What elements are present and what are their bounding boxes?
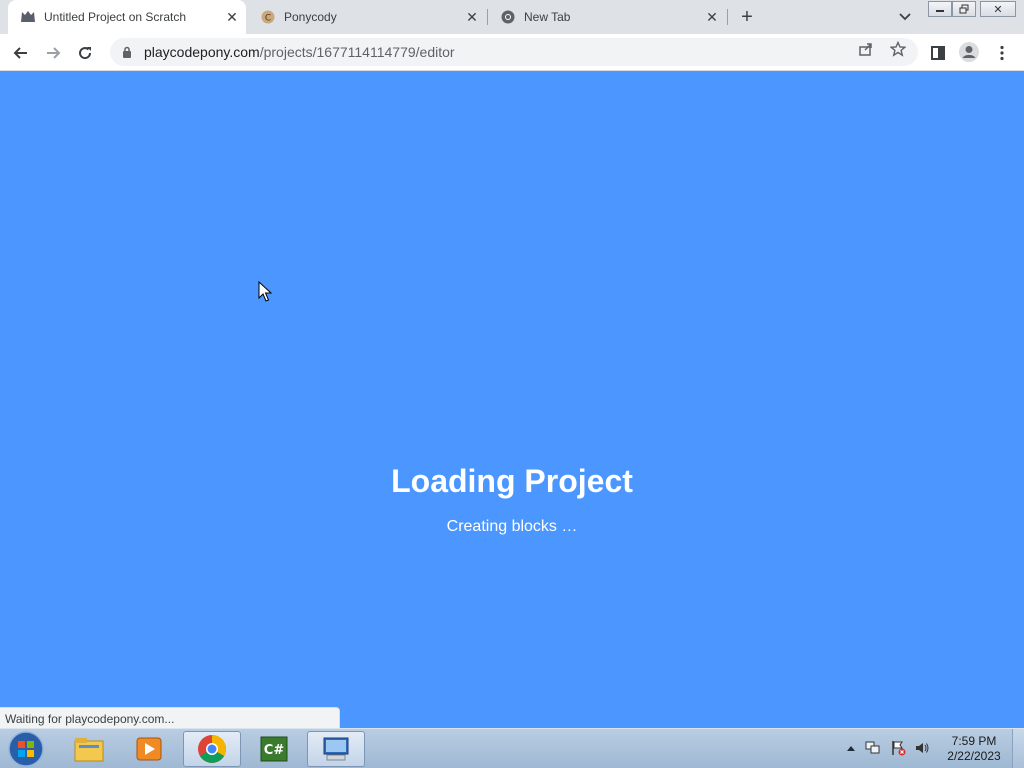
system-clock[interactable]: 7:59 PM 2/22/2023 <box>942 734 1006 764</box>
window-close-button[interactable]: ✕ <box>980 1 1016 17</box>
loading-title: Loading Project <box>391 463 633 499</box>
restore-button[interactable] <box>952 1 976 17</box>
star-icon[interactable] <box>889 40 907 58</box>
url-domain: playcodepony.com <box>144 44 260 60</box>
scratch-cat-icon <box>20 9 36 25</box>
network-icon[interactable] <box>864 739 882 757</box>
chrome-taskbar-icon[interactable] <box>183 731 241 767</box>
browser-toolbar: playcodepony.com/projects/1677114114779/… <box>0 34 1024 71</box>
profile-avatar-icon[interactable] <box>958 41 980 63</box>
url-path: /projects/1677114114779/editor <box>259 44 455 60</box>
reload-button[interactable] <box>72 40 98 66</box>
close-icon[interactable]: ✕ <box>704 9 720 25</box>
tab-title: Untitled Project on Scratch <box>44 10 187 24</box>
tab-scratch[interactable]: Untitled Project on Scratch ✕ <box>8 0 246 34</box>
action-center-flag-icon[interactable] <box>889 739 907 757</box>
ponycody-icon: C <box>260 9 276 25</box>
csharp-ide-icon[interactable]: C# <box>245 731 303 767</box>
side-panel-icon[interactable] <box>927 42 949 64</box>
clock-date: 2/22/2023 <box>947 749 1001 763</box>
taskbar: C# 7:59 PM 2/22/2023 <box>0 728 1024 768</box>
clock-time: 7:59 PM <box>951 734 997 748</box>
loading-subtitle: Creating blocks … <box>446 518 578 535</box>
show-hidden-icons-button[interactable] <box>842 739 860 757</box>
svg-text:C: C <box>265 14 271 24</box>
start-button[interactable] <box>6 731 46 767</box>
tab-strip: Untitled Project on Scratch ✕ C Ponycody… <box>0 0 1024 34</box>
mouse-cursor-icon <box>258 280 273 308</box>
loading-screen: Loading Project Creating blocks … <box>0 71 1024 728</box>
remote-desktop-icon[interactable] <box>307 731 365 767</box>
tab-ponycody[interactable]: C Ponycody ✕ <box>248 0 486 34</box>
windows-explorer-icon[interactable] <box>60 731 118 767</box>
share-icon[interactable] <box>857 40 875 58</box>
tab-title: Ponycody <box>284 10 337 24</box>
show-desktop-button[interactable] <box>1012 729 1024 768</box>
forward-button[interactable] <box>40 40 66 66</box>
svg-text:C#: C# <box>264 743 285 758</box>
chevron-down-icon[interactable] <box>896 8 914 26</box>
close-icon[interactable]: ✕ <box>464 9 480 25</box>
address-bar[interactable]: playcodepony.com/projects/1677114114779/… <box>110 38 918 66</box>
tab-title: New Tab <box>524 10 571 24</box>
chrome-icon <box>500 9 516 25</box>
more-options-icon[interactable] <box>991 42 1013 64</box>
minimize-button[interactable] <box>928 1 952 17</box>
media-player-icon[interactable] <box>120 731 178 767</box>
close-icon[interactable]: ✕ <box>224 9 240 25</box>
lock-icon[interactable] <box>120 45 134 59</box>
volume-icon[interactable] <box>913 739 931 757</box>
tab-separator <box>727 9 728 25</box>
status-bubble: Waiting for playcodepony.com... <box>0 707 340 728</box>
tab-new-tab[interactable]: New Tab ✕ <box>488 0 726 34</box>
new-tab-button[interactable]: + <box>736 6 758 28</box>
url-text: playcodepony.com/projects/1677114114779/… <box>144 44 455 60</box>
back-button[interactable] <box>8 40 34 66</box>
